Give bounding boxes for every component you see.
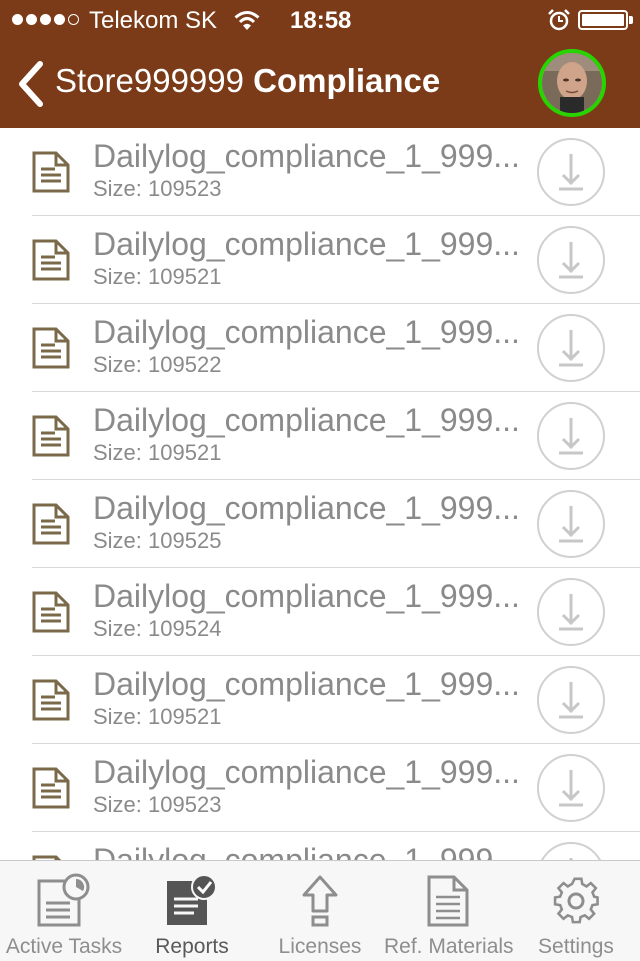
file-name: Dailylog_compliance_1_999...: [93, 842, 520, 860]
document-icon: [32, 239, 70, 281]
status-bar: Telekom SK 18:58: [0, 0, 640, 40]
clock-time: 18:58: [290, 7, 352, 34]
signal-strength-icon: [12, 14, 79, 25]
download-button[interactable]: [537, 666, 605, 734]
page-title: Store999999 Compliance: [55, 62, 440, 100]
document-icon: [32, 767, 70, 809]
active-tasks-icon: [37, 873, 90, 927]
tab-label: Reports: [155, 935, 229, 958]
file-name: Dailylog_compliance_1_999...: [93, 490, 520, 526]
download-arrow-icon: [559, 682, 583, 719]
download-arrow-icon: [569, 858, 573, 860]
file-size: Size: 109522: [93, 352, 222, 377]
avatar[interactable]: [538, 49, 606, 117]
download-arrow-icon: [559, 154, 583, 191]
gear-icon: [553, 877, 599, 924]
file-name: Dailylog_compliance_1_999...: [93, 226, 520, 262]
battery-icon: [578, 10, 628, 30]
file-size: Size: 109524: [93, 616, 222, 641]
download-button[interactable]: [537, 754, 605, 822]
download-button[interactable]: [537, 490, 605, 558]
tab-ref-materials[interactable]: Ref. Materials: [384, 861, 514, 961]
download-button[interactable]: [537, 578, 605, 646]
tab-label: Active Tasks: [5, 935, 123, 958]
tab-bar: Active Tasks Reports Licenses Ref. Mater…: [0, 860, 640, 961]
tab-active-tasks[interactable]: Active Tasks: [0, 861, 128, 961]
download-button[interactable]: [537, 226, 605, 294]
document-icon: [427, 875, 469, 927]
file-name: Dailylog_compliance_1_999...: [93, 666, 520, 702]
back-chevron-icon[interactable]: [14, 60, 50, 108]
list-item[interactable]: Dailylog_compliance_1_999... Size: 10952…: [0, 480, 640, 568]
file-size: Size: 109521: [93, 264, 222, 289]
file-name: Dailylog_compliance_1_999...: [93, 402, 520, 438]
download-arrow-icon: [559, 242, 583, 279]
list-item[interactable]: Dailylog_compliance_1_999... Size: 10952…: [0, 304, 640, 392]
document-icon: [32, 679, 70, 721]
header-bar: Telekom SK 18:58 Store999999 Compliance: [0, 0, 640, 128]
wifi-icon: [234, 11, 260, 30]
download-button[interactable]: [537, 402, 605, 470]
tab-label: Licenses: [278, 935, 362, 958]
upload-icon: [302, 875, 338, 927]
carrier-name: Telekom SK: [89, 7, 218, 34]
file-name: Dailylog_compliance_1_999...: [93, 754, 520, 790]
download-arrow-icon: [559, 506, 583, 543]
list-item[interactable]: Dailylog_compliance_1_999...: [0, 832, 640, 860]
tab-settings[interactable]: Settings: [512, 861, 640, 961]
section-title: Compliance: [253, 62, 441, 99]
tab-label: Ref. Materials: [384, 935, 514, 958]
tab-licenses[interactable]: Licenses: [256, 861, 384, 961]
document-icon: [32, 151, 70, 193]
download-arrow-icon: [559, 418, 583, 455]
list-item[interactable]: Dailylog_compliance_1_999... Size: 10952…: [0, 744, 640, 832]
download-arrow-icon: [559, 770, 583, 807]
file-size: Size: 109521: [93, 704, 222, 729]
list-item[interactable]: Dailylog_compliance_1_999... Size: 10952…: [0, 392, 640, 480]
download-arrow-icon: [559, 594, 583, 631]
file-name: Dailylog_compliance_1_999...: [93, 138, 520, 174]
user-photo-icon: [542, 53, 602, 113]
document-icon: [32, 591, 70, 633]
list-item[interactable]: Dailylog_compliance_1_999... Size: 10952…: [0, 568, 640, 656]
file-name: Dailylog_compliance_1_999...: [93, 314, 520, 350]
file-size: Size: 109525: [93, 528, 222, 553]
list-item[interactable]: Dailylog_compliance_1_999... Size: 10952…: [0, 656, 640, 744]
tab-reports[interactable]: Reports: [128, 861, 256, 961]
file-size: Size: 109523: [93, 176, 222, 201]
file-name: Dailylog_compliance_1_999...: [93, 578, 520, 614]
download-arrow-icon: [559, 330, 583, 367]
file-list: Dailylog_compliance_1_999... Size: 10952…: [0, 128, 640, 860]
download-button[interactable]: [537, 842, 605, 860]
reports-icon: [167, 874, 217, 925]
document-icon: [32, 415, 70, 457]
store-name: Store999999: [55, 62, 244, 99]
download-button[interactable]: [537, 314, 605, 382]
list-item[interactable]: Dailylog_compliance_1_999... Size: 10952…: [0, 128, 640, 216]
document-icon: [32, 327, 70, 369]
file-size: Size: 109523: [93, 792, 222, 817]
list-item[interactable]: Dailylog_compliance_1_999... Size: 10952…: [0, 216, 640, 304]
tab-label: Settings: [538, 935, 614, 958]
alarm-clock-icon: [548, 9, 570, 31]
file-size: Size: 109521: [93, 440, 222, 465]
document-icon: [32, 503, 70, 545]
download-button[interactable]: [537, 138, 605, 206]
